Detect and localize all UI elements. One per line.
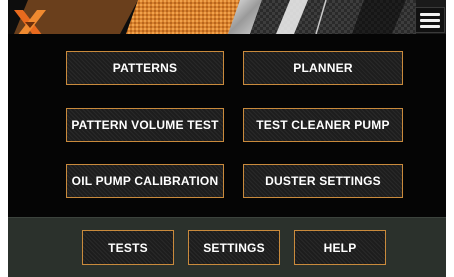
hamburger-menu-icon	[420, 13, 440, 16]
help-button[interactable]: HELP	[294, 230, 386, 265]
patterns-button[interactable]: PATTERNS	[66, 51, 224, 85]
header-banner-graphic	[8, 0, 446, 34]
duster-settings-button[interactable]: DUSTER SETTINGS	[243, 164, 403, 198]
planner-button[interactable]: PLANNER	[243, 51, 403, 85]
test-cleaner-pump-button[interactable]: TEST CLEANER PUMP	[243, 108, 403, 142]
settings-button[interactable]: SETTINGS	[188, 230, 280, 265]
header-banner	[8, 0, 446, 34]
tests-button[interactable]: TESTS	[82, 230, 174, 265]
hamburger-menu-button[interactable]	[415, 7, 445, 33]
bottom-nav-bar: TESTS SETTINGS HELP	[8, 217, 446, 277]
oil-pump-calibration-button[interactable]: OIL PUMP CALIBRATION	[66, 164, 224, 198]
pattern-volume-test-button[interactable]: PATTERN VOLUME TEST	[66, 108, 224, 142]
x-logo-icon	[14, 10, 46, 34]
hamburger-menu-icon-bar	[420, 25, 440, 28]
app-screen: PATTERNS PLANNER PATTERN VOLUME TEST TES…	[8, 0, 446, 277]
hamburger-menu-icon-bar	[420, 19, 440, 22]
